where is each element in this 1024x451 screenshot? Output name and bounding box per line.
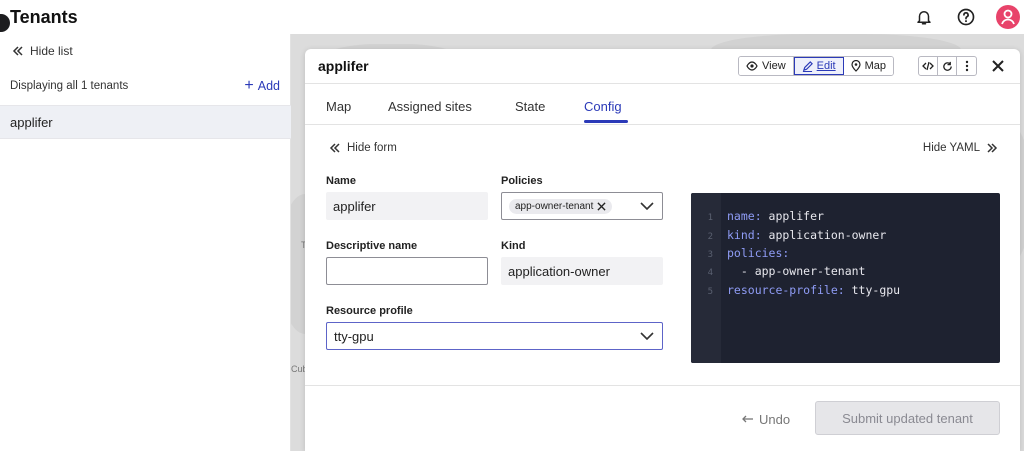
view-button[interactable]: View [739, 57, 794, 75]
undo-button[interactable]: Undo [742, 412, 790, 427]
kind-label: Kind [501, 240, 526, 252]
hide-form-button[interactable]: Hide form [329, 142, 397, 154]
list-item[interactable]: applifer [0, 105, 291, 139]
add-label: Add [257, 79, 280, 93]
page-title: Tenants [10, 7, 78, 27]
hide-yaml-label: Hide YAML [922, 142, 980, 154]
bell-icon[interactable] [912, 5, 936, 29]
chevron-down-icon [640, 202, 654, 210]
name-value: applifer [333, 198, 376, 214]
name-label: Name [326, 175, 356, 187]
tenant-count: Displaying all 1 tenants [10, 80, 129, 92]
plus-icon: + [244, 77, 254, 94]
yaml-line: 2 kind: application-owner [707, 228, 887, 242]
submit-label: Submit updated tenant [842, 410, 973, 426]
double-chevron-left-icon [12, 46, 23, 56]
undo-label: Undo [759, 412, 791, 427]
yaml-line: 3 policies: [707, 246, 790, 260]
tenant-count-row: Displaying all 1 tenants + Add [10, 78, 280, 94]
edit-label: Edit [816, 60, 836, 72]
app-logo [0, 14, 10, 32]
descriptive-name-input[interactable] [326, 257, 488, 285]
view-mode-group: View Edit Map [738, 56, 895, 76]
edit-button[interactable]: Edit [793, 57, 844, 75]
add-tenant-button[interactable]: + Add [244, 78, 280, 94]
submit-button[interactable]: Submit updated tenant [815, 401, 1000, 435]
tab-map[interactable]: Map [326, 99, 351, 114]
panel-tabs: Map Assigned sites State Config [305, 84, 1020, 125]
close-icon[interactable] [989, 57, 1007, 75]
resource-profile-value: tty-gpu [334, 328, 374, 344]
map-label: Map [864, 60, 887, 72]
policies-select[interactable]: app-owner-tenant [501, 192, 663, 220]
resource-profile-select[interactable]: tty-gpu [326, 322, 663, 350]
double-chevron-right-icon [987, 143, 998, 153]
refresh-icon[interactable] [938, 57, 957, 75]
yaml-line: 4 - app-owner-tenant [707, 264, 866, 278]
tab-assigned-sites[interactable]: Assigned sites [388, 99, 472, 114]
view-label: View [762, 60, 786, 72]
tenant-list-sidebar: Hide list Displaying all 1 tenants + Add… [0, 34, 291, 451]
hide-list-label: Hide list [30, 44, 73, 58]
kind-value: application-owner [508, 263, 610, 279]
policy-chip: app-owner-tenant [509, 198, 613, 214]
tab-state[interactable]: State [515, 99, 545, 114]
resource-profile-label: Resource profile [326, 305, 413, 317]
descriptive-name-label: Descriptive name [326, 240, 418, 252]
kind-field: application-owner [501, 257, 663, 285]
pencil-icon [802, 60, 813, 72]
remove-chip-icon[interactable] [597, 201, 606, 211]
policies-label: Policies [501, 175, 543, 187]
name-field: applifer [326, 192, 488, 220]
tenant-name: applifer [10, 114, 53, 130]
panel-title: applifer [318, 58, 369, 74]
policy-chip-label: app-owner-tenant [515, 200, 594, 212]
hide-list-button[interactable]: Hide list [12, 44, 73, 58]
map-button[interactable]: Map [843, 57, 894, 75]
hide-form-label: Hide form [347, 142, 397, 154]
panel-tools-group [918, 56, 977, 76]
double-chevron-left-icon [329, 143, 340, 153]
active-tab-indicator [584, 120, 628, 123]
chevron-down-icon [640, 332, 654, 340]
hide-yaml-button[interactable]: Hide YAML [923, 142, 998, 154]
user-icon[interactable] [996, 5, 1020, 29]
more-options-icon[interactable] [957, 57, 976, 75]
panel-header: applifer View Edit Map [305, 49, 1020, 84]
tab-config[interactable]: Config [584, 99, 622, 114]
undo-icon [742, 415, 753, 423]
code-icon[interactable] [919, 57, 938, 75]
panel-footer: Undo Submit updated tenant [305, 385, 1020, 451]
help-icon[interactable] [954, 5, 978, 29]
map-pin-icon [851, 60, 861, 72]
yaml-editor[interactable]: 1 name: applifer 2 kind: application-owner… [691, 193, 1000, 363]
yaml-line: 5 resource-profile: tty-gpu [707, 283, 901, 297]
yaml-line: 1 name: applifer [707, 209, 824, 223]
top-bar: Tenants [0, 0, 1024, 34]
eye-icon [746, 61, 758, 71]
tenant-detail-panel: applifer View Edit Map Map Assigned site… [305, 49, 1020, 451]
header-actions [912, 5, 1020, 29]
